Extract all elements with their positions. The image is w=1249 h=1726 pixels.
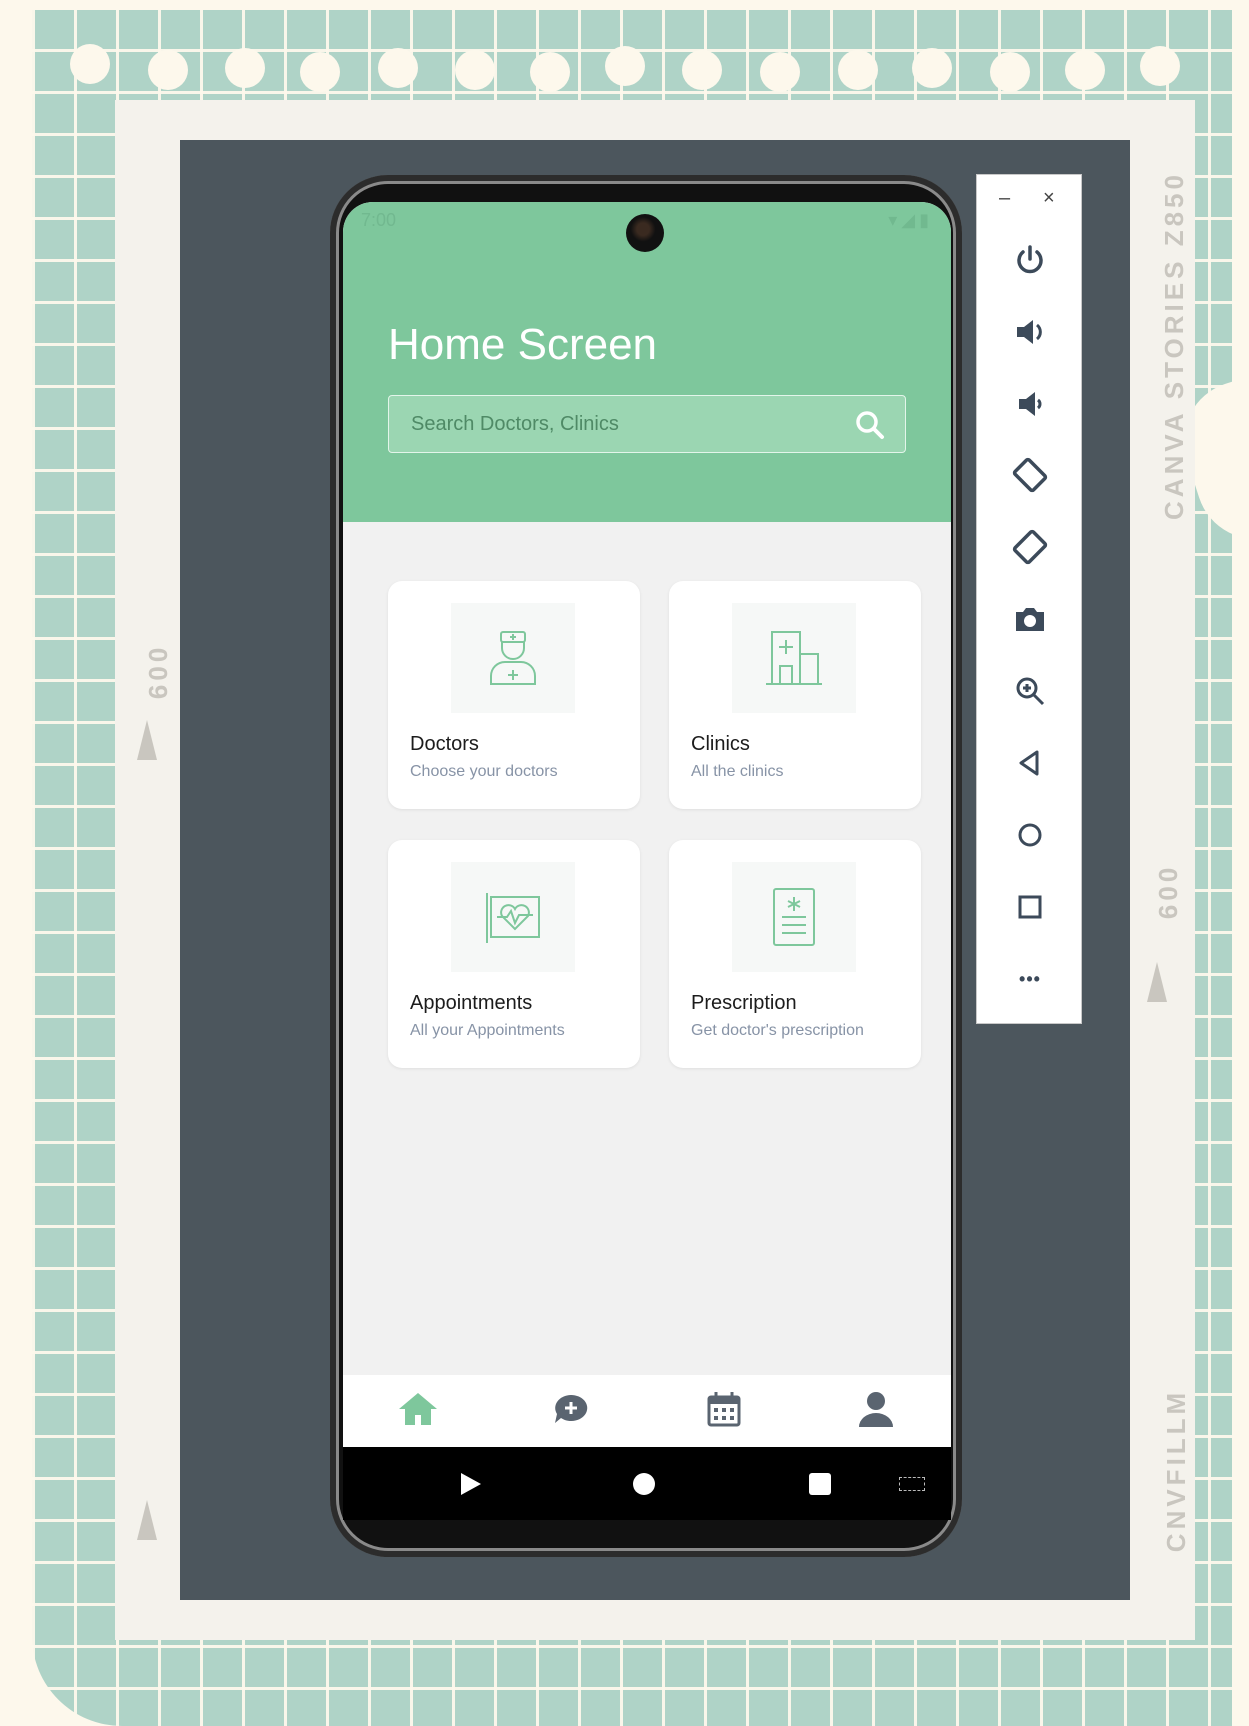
card-title: Prescription bbox=[691, 992, 797, 1014]
film-arrow-right bbox=[1147, 962, 1167, 1002]
status-icons: ▾◢▮ bbox=[888, 210, 933, 230]
card-title: Appointments bbox=[410, 992, 533, 1014]
search-icon[interactable] bbox=[855, 410, 885, 445]
recents-icon[interactable] bbox=[809, 1473, 831, 1495]
rotate-right-icon[interactable] bbox=[1008, 525, 1052, 569]
heart-monitor-icon bbox=[451, 862, 575, 972]
close-button[interactable]: × bbox=[1043, 187, 1055, 210]
calendar-icon[interactable] bbox=[701, 1387, 747, 1433]
search-input[interactable]: Search Doctors, Clinics bbox=[388, 395, 906, 453]
home-icon[interactable] bbox=[395, 1387, 441, 1433]
back-icon[interactable] bbox=[1008, 741, 1052, 785]
emulator-toolbar: – × ••• bbox=[976, 174, 1082, 1024]
card-prescription[interactable]: Prescription Get doctor's prescription bbox=[669, 840, 921, 1068]
film-label-left: 009 bbox=[143, 647, 174, 704]
app-header: 7:00 ▾◢▮ Home Screen Search Doctors, Cli… bbox=[343, 202, 951, 522]
system-navigation-bar bbox=[343, 1447, 951, 1520]
home-icon[interactable] bbox=[1008, 813, 1052, 857]
more-icon[interactable]: ••• bbox=[1008, 957, 1052, 1001]
card-subtitle: All your Appointments bbox=[410, 1022, 565, 1039]
rotate-left-icon[interactable] bbox=[1008, 453, 1052, 497]
bottom-navigation bbox=[343, 1375, 951, 1447]
doctor-icon bbox=[451, 603, 575, 713]
volume-down-icon[interactable] bbox=[1008, 382, 1052, 426]
keyboard-icon[interactable] bbox=[899, 1477, 925, 1491]
home-circle-icon[interactable] bbox=[633, 1473, 655, 1495]
card-clinics[interactable]: Clinics All the clinics bbox=[669, 581, 921, 809]
power-icon[interactable] bbox=[1008, 238, 1052, 282]
chat-icon[interactable] bbox=[548, 1387, 594, 1433]
film-arrow-left-top bbox=[137, 720, 157, 760]
profile-icon[interactable] bbox=[853, 1387, 899, 1433]
film-label-right-top: CANVA STORIES Z850 bbox=[1158, 171, 1189, 520]
search-placeholder: Search Doctors, Clinics bbox=[411, 413, 619, 435]
film-label-right-bottom: CNVFILLM bbox=[1161, 1388, 1192, 1553]
back-icon[interactable] bbox=[459, 1471, 483, 1502]
card-appointments[interactable]: Appointments All your Appointments bbox=[388, 840, 640, 1068]
overview-icon[interactable] bbox=[1008, 885, 1052, 929]
status-time: 7:00 bbox=[361, 210, 397, 230]
card-subtitle: All the clinics bbox=[691, 763, 784, 780]
decorative-scallop-border bbox=[0, 0, 1249, 110]
toolbar-window-controls: – × bbox=[977, 187, 1083, 217]
card-title: Clinics bbox=[691, 733, 750, 755]
prescription-icon bbox=[732, 862, 856, 972]
card-doctors[interactable]: Doctors Choose your doctors bbox=[388, 581, 640, 809]
minimize-button[interactable]: – bbox=[999, 187, 1010, 210]
camera-icon[interactable] bbox=[1008, 597, 1052, 641]
hospital-icon bbox=[732, 603, 856, 713]
volume-up-icon[interactable] bbox=[1008, 310, 1052, 354]
card-subtitle: Choose your doctors bbox=[410, 763, 558, 780]
zoom-icon[interactable] bbox=[1008, 669, 1052, 713]
front-camera bbox=[626, 214, 664, 252]
film-label-right-mid: 009 bbox=[1153, 867, 1184, 924]
film-arrow-left-bottom bbox=[137, 1500, 157, 1540]
page-title: Home Screen bbox=[388, 320, 658, 369]
app-screen: 7:00 ▾◢▮ Home Screen Search Doctors, Cli… bbox=[343, 202, 951, 1520]
card-subtitle: Get doctor's prescription bbox=[691, 1022, 864, 1039]
card-title: Doctors bbox=[410, 733, 479, 755]
